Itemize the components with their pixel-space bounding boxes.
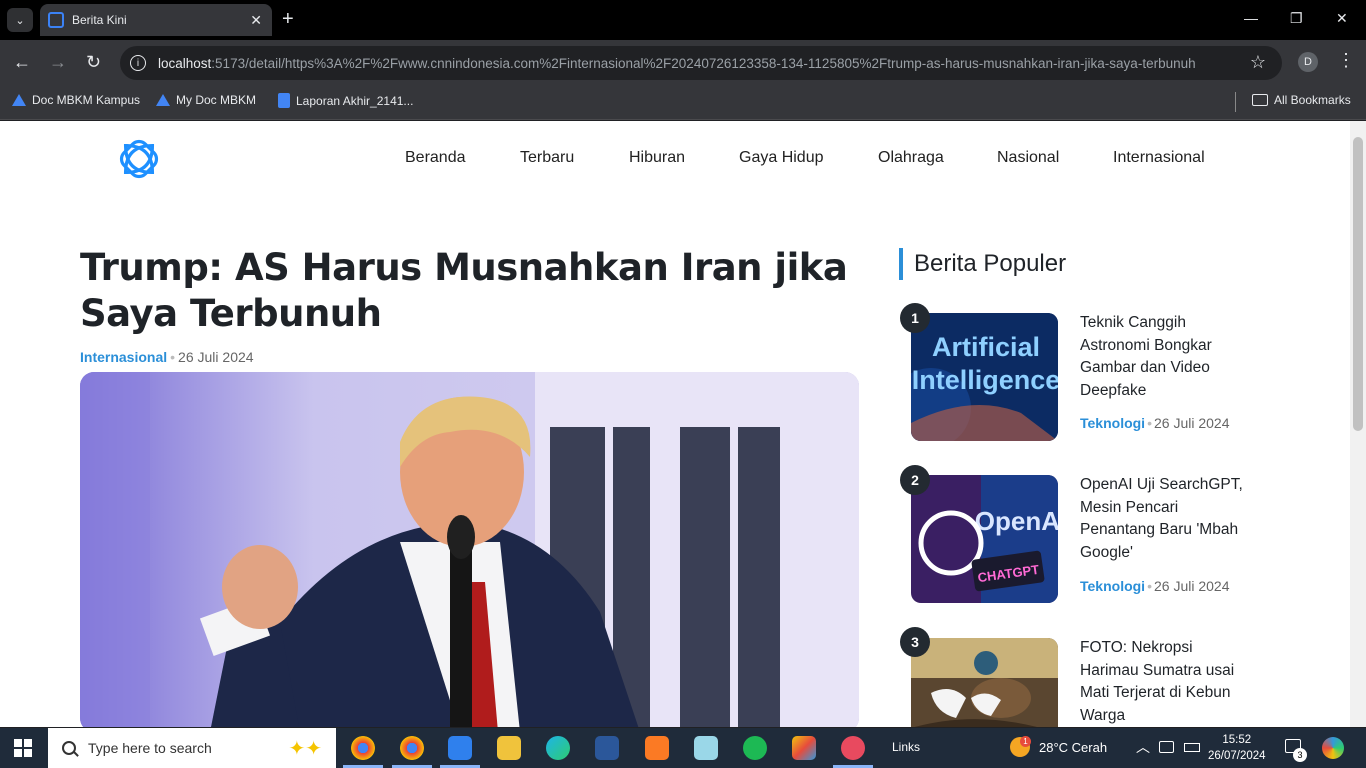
popular-image-3[interactable]	[911, 638, 1058, 727]
nav-hiburan[interactable]: Hiburan	[629, 149, 685, 167]
bookmarks-bar: Doc MBKM Kampus My Doc MBKM Laporan Akhi…	[0, 86, 1366, 120]
copilot-icon[interactable]	[1322, 737, 1344, 759]
drive-icon	[156, 94, 170, 106]
taskbar-search-input[interactable]: Type here to search ✦✦	[48, 728, 336, 768]
svg-text:Artificial: Artificial	[932, 332, 1040, 362]
popular-image-2[interactable]: OpenAI CHATGPT	[911, 475, 1058, 603]
popular-title-2[interactable]: OpenAI Uji SearchGPT, Mesin Pencari Pena…	[1080, 474, 1250, 564]
menu-dots-icon[interactable]: ⋮	[1337, 50, 1355, 71]
new-tab-button[interactable]: +	[282, 9, 294, 29]
browser-toolbar: ← → ↻ i localhost:5173/detail/https%3A%2…	[0, 40, 1366, 86]
nav-nasional[interactable]: Nasional	[997, 149, 1059, 167]
nav-gaya-hidup[interactable]: Gaya Hidup	[739, 149, 824, 167]
tab-title: Berita Kini	[72, 13, 127, 27]
bookmark-laporan-akhir[interactable]: Laporan Akhir_2141...	[278, 93, 413, 108]
tab-berita-kini[interactable]: Berita Kini ✕	[40, 4, 272, 36]
popular-title-3[interactable]: FOTO: Nekropsi Harimau Sumatra usai Mati…	[1080, 637, 1250, 727]
system-clock[interactable]: 15:52 26/07/2024	[1208, 732, 1266, 764]
nav-olahraga[interactable]: Olahraga	[878, 149, 944, 167]
article-hero-image	[80, 372, 859, 727]
site-logo[interactable]	[116, 136, 162, 182]
svg-text:Intelligence: Intelligence	[912, 365, 1058, 395]
edge-icon[interactable]	[546, 736, 570, 760]
nav-beranda[interactable]: Beranda	[405, 149, 466, 167]
drive-icon	[12, 94, 26, 106]
popular-meta-1: Teknologi • 26 Juli 2024	[1080, 415, 1230, 431]
svg-text:OpenAI: OpenAI	[975, 506, 1058, 536]
docs-icon	[278, 93, 290, 108]
back-icon[interactable]: ←	[13, 52, 31, 72]
weather-text[interactable]: 28°C Cerah	[1039, 740, 1107, 755]
minimize-icon[interactable]: —	[1244, 10, 1258, 26]
chrome-profile-icon[interactable]	[400, 736, 424, 760]
links-toolbar[interactable]: Links	[892, 740, 920, 754]
file-explorer-icon[interactable]	[497, 736, 521, 760]
nav-terbaru[interactable]: Terbaru	[520, 149, 574, 167]
bookmark-doc-mbkm-kampus[interactable]: Doc MBKM Kampus	[12, 93, 140, 107]
battery-icon[interactable]	[1184, 743, 1200, 752]
site-info-icon[interactable]: i	[130, 55, 146, 71]
spotify-icon[interactable]	[743, 736, 767, 760]
scrollbar-thumb[interactable]	[1353, 137, 1363, 431]
windows-start-icon[interactable]	[14, 739, 32, 757]
word-icon[interactable]	[595, 736, 619, 760]
nav-internasional[interactable]: Internasional	[1113, 149, 1205, 167]
app-icon[interactable]	[792, 736, 816, 760]
address-bar[interactable]: i localhost:5173/detail/https%3A%2F%2Fww…	[120, 46, 1282, 80]
restore-icon[interactable]: ❐	[1290, 10, 1303, 27]
popular-rank-1: 1	[900, 303, 930, 333]
bookmark-star-icon[interactable]: ☆	[1250, 52, 1266, 73]
popular-image-1[interactable]: Artificial Intelligence	[911, 313, 1058, 441]
reload-icon[interactable]: ↻	[86, 52, 101, 72]
close-window-icon[interactable]: ✕	[1336, 10, 1348, 27]
profile-avatar[interactable]: D	[1298, 52, 1318, 72]
tab-strip: ⌄ Berita Kini ✕ + — ❐ ✕	[0, 0, 1366, 40]
popular-heading: Berita Populer	[899, 248, 1066, 280]
article-date: 26 Juli 2024	[178, 349, 254, 365]
article-title: Trump: AS Harus Musnahkan Iran jika Saya…	[80, 246, 848, 335]
web-page: Beranda Terbaru Hiburan Gaya Hidup Olahr…	[0, 121, 1350, 727]
article-meta: Internasional • 26 Juli 2024	[80, 349, 254, 365]
tab-search-button[interactable]: ⌄	[7, 8, 33, 32]
forward-icon[interactable]: →	[49, 52, 67, 72]
app-icon[interactable]	[694, 736, 718, 760]
url-text[interactable]: localhost:5173/detail/https%3A%2F%2Fwww.…	[158, 56, 1228, 71]
page-scrollbar[interactable]	[1350, 121, 1366, 727]
notification-count: 3	[1293, 748, 1307, 762]
sparkle-icon: ✦✦	[288, 738, 322, 760]
popular-title-1[interactable]: Teknik Canggih Astronomi Bongkar Gambar …	[1080, 312, 1250, 402]
chevron-up-icon[interactable]: ︿	[1136, 737, 1150, 757]
popular-rank-2: 2	[900, 465, 930, 495]
close-tab-icon[interactable]: ✕	[250, 12, 262, 29]
windows-taskbar: Type here to search ✦✦ Links 1 28°C Cera…	[0, 728, 1366, 768]
folder-icon	[1252, 94, 1268, 106]
bookmarks-divider	[1235, 92, 1236, 112]
popular-rank-3: 3	[900, 627, 930, 657]
app-icon[interactable]	[841, 736, 865, 760]
all-bookmarks-button[interactable]: All Bookmarks	[1252, 93, 1351, 107]
bookmark-my-doc-mbkm[interactable]: My Doc MBKM	[156, 93, 256, 107]
site-favicon-icon	[48, 12, 64, 28]
popular-meta-2: Teknologi • 26 Juli 2024	[1080, 578, 1230, 594]
article-category[interactable]: Internasional	[80, 349, 167, 365]
network-icon[interactable]	[1159, 741, 1174, 753]
xampp-icon[interactable]	[645, 736, 669, 760]
vscode-icon[interactable]	[448, 736, 472, 760]
weather-badge: 1	[1020, 736, 1031, 747]
search-icon	[62, 741, 76, 755]
chrome-icon[interactable]	[351, 736, 375, 760]
